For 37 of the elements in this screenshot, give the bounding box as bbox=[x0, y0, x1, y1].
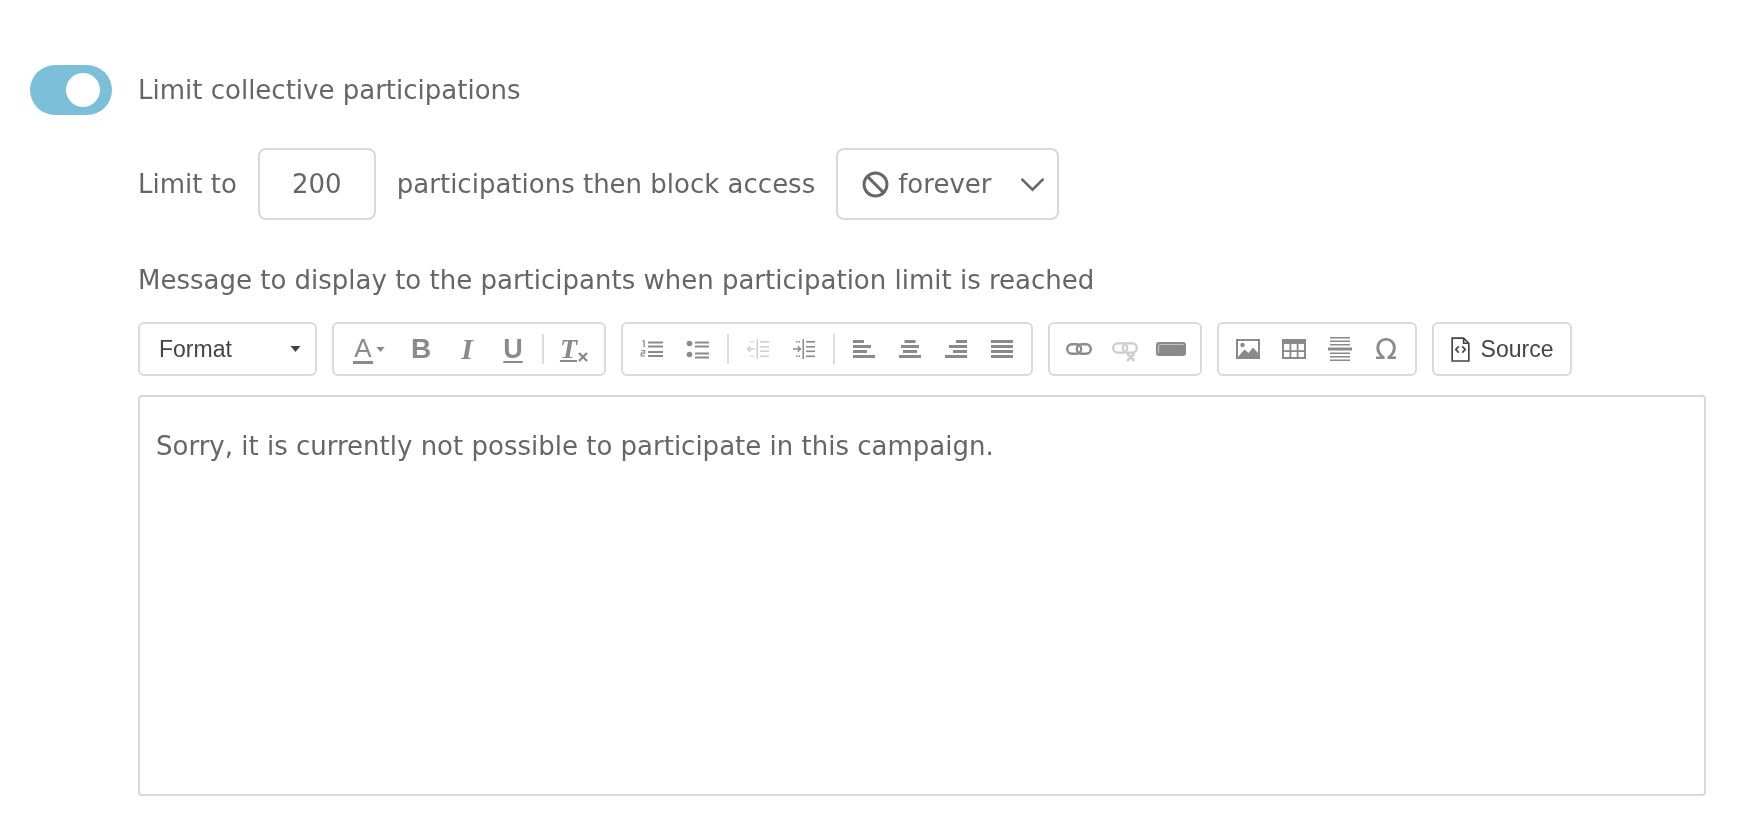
code-document-icon bbox=[1450, 336, 1470, 362]
align-center-icon bbox=[899, 340, 921, 358]
toggle-label: Limit collective participations bbox=[138, 74, 521, 106]
remove-format-button[interactable]: T bbox=[550, 326, 598, 372]
source-button[interactable]: Source bbox=[1432, 322, 1572, 376]
cross-icon bbox=[578, 352, 589, 362]
toggle-switch[interactable] bbox=[30, 65, 112, 115]
table-icon bbox=[1282, 339, 1306, 359]
format-dropdown[interactable]: Format bbox=[138, 322, 317, 376]
limit-prefix-label: Limit to bbox=[138, 168, 237, 200]
outdent-icon bbox=[746, 339, 770, 359]
bulleted-list-icon bbox=[686, 339, 710, 359]
align-right-icon bbox=[945, 340, 967, 358]
numbered-list-icon bbox=[640, 339, 664, 359]
align-left-icon bbox=[853, 340, 875, 358]
underline-button[interactable]: U bbox=[490, 326, 536, 372]
horizontal-lines-icon bbox=[1328, 337, 1352, 361]
message-label: Message to display to the participants when participation limit is reached bbox=[138, 264, 1096, 296]
indent-icon bbox=[792, 339, 816, 359]
italic-button[interactable]: I bbox=[444, 326, 490, 372]
rounded-rectangle-icon bbox=[1156, 342, 1186, 356]
text-color-button[interactable]: A bbox=[340, 326, 398, 372]
justify-icon bbox=[991, 340, 1013, 358]
editor-text: Sorry, it is currently not possible to participate in this campaign. bbox=[156, 430, 995, 462]
broken-link-icon bbox=[1112, 342, 1138, 362]
duration-select[interactable]: forever bbox=[836, 148, 1060, 220]
chevron-down-icon bbox=[1020, 176, 1046, 192]
special-character-button[interactable]: Ω bbox=[1363, 326, 1409, 372]
ban-icon bbox=[862, 170, 890, 198]
bold-button[interactable]: B bbox=[398, 326, 444, 372]
caret-down-icon bbox=[290, 346, 301, 352]
caret-down-icon bbox=[375, 346, 385, 352]
rich-text-field[interactable]: Sorry, it is currently not possible to participate in this campaign. bbox=[138, 395, 1706, 796]
chain-link-icon bbox=[1066, 343, 1092, 355]
count-input[interactable]: 200 bbox=[257, 148, 376, 220]
image-icon bbox=[1236, 339, 1260, 359]
limit-suffix-label: participations then block access bbox=[396, 168, 816, 200]
